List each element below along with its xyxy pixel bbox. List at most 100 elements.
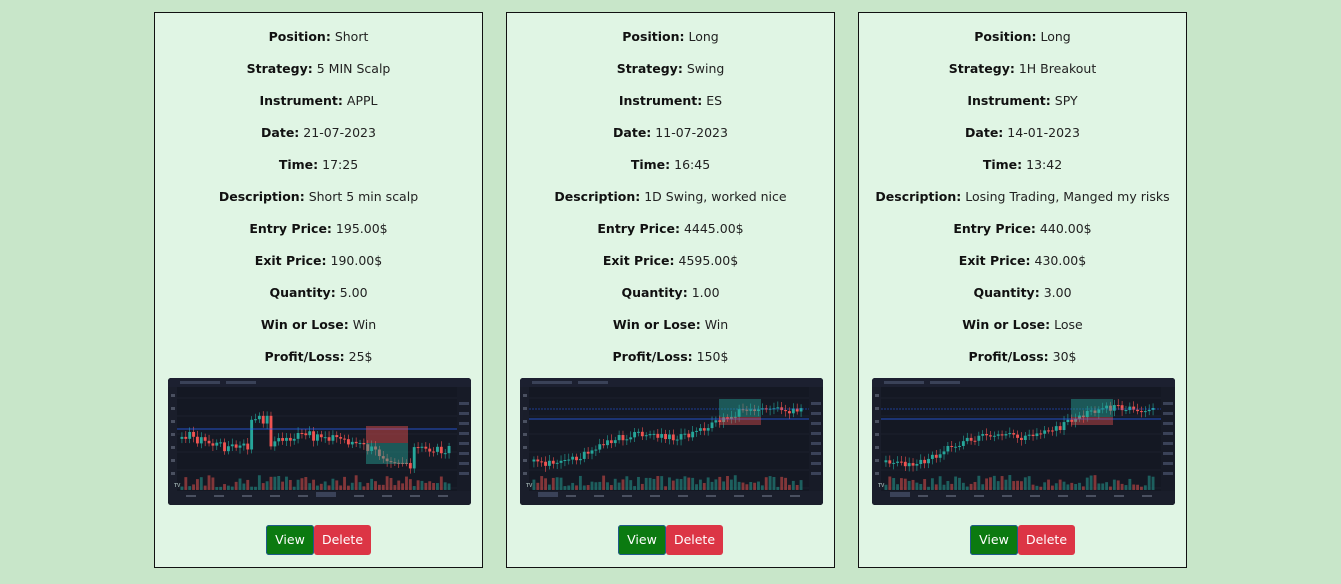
position-row: Position: Long bbox=[507, 29, 834, 45]
entry-price-value: 4445.00$ bbox=[683, 221, 744, 236]
card-actions: View Delete bbox=[507, 525, 834, 555]
exit-price-row: Exit Price: 190.00$ bbox=[155, 253, 482, 269]
description-row: Description: Short 5 min scalp bbox=[155, 189, 482, 205]
date-row: Date: 14-01-2023 bbox=[859, 125, 1186, 141]
time-label: Time: bbox=[982, 157, 1023, 172]
strategy-row: Strategy: 1H Breakout bbox=[859, 61, 1186, 77]
trade-chart-image: TV bbox=[872, 378, 1175, 505]
card-actions: View Delete bbox=[155, 525, 482, 555]
exit-price-row: Exit Price: 430.00$ bbox=[859, 253, 1186, 269]
trade-chart-image: TV bbox=[520, 378, 823, 505]
exit-price-label: Exit Price: bbox=[958, 253, 1031, 268]
description-value: Losing Trading, Manged my risks bbox=[965, 189, 1170, 204]
win-or-lose-label: Win or Lose: bbox=[612, 317, 701, 332]
strategy-label: Strategy: bbox=[246, 61, 313, 76]
quantity-label: Quantity: bbox=[973, 285, 1040, 300]
strategy-value: Swing bbox=[686, 61, 725, 76]
strategy-label: Strategy: bbox=[616, 61, 683, 76]
date-row: Date: 21-07-2023 bbox=[155, 125, 482, 141]
position-row: Position: Short bbox=[155, 29, 482, 45]
instrument-label: Instrument: bbox=[259, 93, 343, 108]
entry-price-row: Entry Price: 440.00$ bbox=[859, 221, 1186, 237]
date-value: 11-07-2023 bbox=[655, 125, 728, 140]
time-row: Time: 16:45 bbox=[507, 157, 834, 173]
trade-card-1: Position: Short Strategy: 5 MIN Scalp In… bbox=[154, 12, 483, 568]
profit-loss-row: Profit/Loss: 25$ bbox=[155, 349, 482, 365]
description-label: Description: bbox=[554, 189, 641, 204]
delete-button[interactable]: Delete bbox=[666, 525, 723, 555]
description-value: 1D Swing, worked nice bbox=[644, 189, 787, 204]
quantity-row: Quantity: 5.00 bbox=[155, 285, 482, 301]
instrument-label: Instrument: bbox=[967, 93, 1051, 108]
delete-button[interactable]: Delete bbox=[314, 525, 371, 555]
time-value: 16:45 bbox=[674, 157, 711, 172]
view-button[interactable]: View bbox=[970, 525, 1018, 555]
instrument-row: Instrument: APPL bbox=[155, 93, 482, 109]
instrument-label: Instrument: bbox=[618, 93, 703, 108]
quantity-row: Quantity: 3.00 bbox=[859, 285, 1186, 301]
date-label: Date: bbox=[613, 125, 652, 140]
time-row: Time: 17:25 bbox=[155, 157, 482, 173]
instrument-row: Instrument: SPY bbox=[859, 93, 1186, 109]
exit-price-value: 190.00$ bbox=[330, 253, 383, 268]
profit-loss-label: Profit/Loss: bbox=[968, 349, 1049, 364]
date-value: 21-07-2023 bbox=[303, 125, 376, 140]
delete-button[interactable]: Delete bbox=[1018, 525, 1075, 555]
profit-loss-label: Profit/Loss: bbox=[264, 349, 345, 364]
instrument-value: SPY bbox=[1054, 93, 1078, 108]
strategy-value: 1H Breakout bbox=[1018, 61, 1097, 76]
time-label: Time: bbox=[630, 157, 671, 172]
view-button[interactable]: View bbox=[266, 525, 314, 555]
strategy-row: Strategy: 5 MIN Scalp bbox=[155, 61, 482, 77]
entry-price-label: Entry Price: bbox=[953, 221, 1036, 236]
description-label: Description: bbox=[875, 189, 962, 204]
exit-price-value: 4595.00$ bbox=[678, 253, 739, 268]
entry-price-label: Entry Price: bbox=[249, 221, 332, 236]
win-or-lose-row: Win or Lose: Win bbox=[507, 317, 834, 333]
quantity-label: Quantity: bbox=[269, 285, 336, 300]
exit-price-value: 430.00$ bbox=[1034, 253, 1087, 268]
instrument-row: Instrument: ES bbox=[507, 93, 834, 109]
description-row: Description: 1D Swing, worked nice bbox=[507, 189, 834, 205]
date-label: Date: bbox=[261, 125, 300, 140]
instrument-value: ES bbox=[706, 93, 723, 108]
exit-price-row: Exit Price: 4595.00$ bbox=[507, 253, 834, 269]
entry-price-row: Entry Price: 195.00$ bbox=[155, 221, 482, 237]
quantity-value: 5.00 bbox=[339, 285, 368, 300]
svg-text:TV: TV bbox=[174, 483, 181, 489]
position-value: Short bbox=[334, 29, 369, 44]
instrument-value: APPL bbox=[346, 93, 378, 108]
entry-price-value: 195.00$ bbox=[335, 221, 388, 236]
strategy-row: Strategy: Swing bbox=[507, 61, 834, 77]
date-row: Date: 11-07-2023 bbox=[507, 125, 834, 141]
profit-loss-value: 25$ bbox=[348, 349, 373, 364]
strategy-label: Strategy: bbox=[948, 61, 1015, 76]
time-value: 13:42 bbox=[1026, 157, 1063, 172]
description-row: Description: Losing Trading, Manged my r… bbox=[859, 189, 1186, 205]
trade-card-2: Position: Long Strategy: Swing Instrumen… bbox=[506, 12, 835, 568]
profit-loss-value: 150$ bbox=[696, 349, 729, 364]
position-label: Position: bbox=[268, 29, 331, 44]
description-label: Description: bbox=[218, 189, 305, 204]
time-value: 17:25 bbox=[322, 157, 359, 172]
win-or-lose-label: Win or Lose: bbox=[962, 317, 1051, 332]
quantity-label: Quantity: bbox=[621, 285, 688, 300]
trade-card-3: Position: Long Strategy: 1H Breakout Ins… bbox=[858, 12, 1187, 568]
svg-text:TV: TV bbox=[526, 483, 533, 489]
win-or-lose-row: Win or Lose: Lose bbox=[859, 317, 1186, 333]
win-or-lose-value: Lose bbox=[1054, 317, 1083, 332]
quantity-row: Quantity: 1.00 bbox=[507, 285, 834, 301]
exit-price-label: Exit Price: bbox=[254, 253, 327, 268]
win-or-lose-row: Win or Lose: Win bbox=[155, 317, 482, 333]
win-or-lose-value: Win bbox=[704, 317, 729, 332]
view-button[interactable]: View bbox=[618, 525, 666, 555]
trade-chart-image: TV bbox=[168, 378, 471, 505]
date-value: 14-01-2023 bbox=[1007, 125, 1080, 140]
profit-loss-row: Profit/Loss: 150$ bbox=[507, 349, 834, 365]
description-value: Short 5 min scalp bbox=[308, 189, 419, 204]
position-label: Position: bbox=[974, 29, 1037, 44]
time-label: Time: bbox=[278, 157, 319, 172]
entry-price-label: Entry Price: bbox=[597, 221, 680, 236]
time-row: Time: 13:42 bbox=[859, 157, 1186, 173]
position-value: Long bbox=[688, 29, 719, 44]
